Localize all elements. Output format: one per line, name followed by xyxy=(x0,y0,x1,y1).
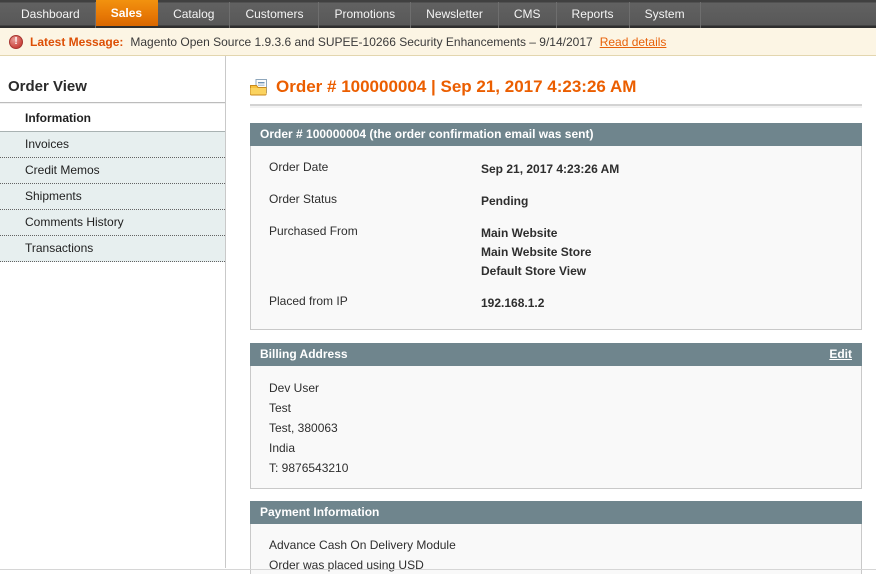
sidebar-title: Order View xyxy=(0,78,225,102)
nav-item-sales[interactable]: Sales xyxy=(96,0,158,26)
notification-label: Latest Message: xyxy=(30,35,123,49)
sidebar-tabs: Information Invoices Credit Memos Shipme… xyxy=(0,106,225,262)
nav-item-newsletter[interactable]: Newsletter xyxy=(411,2,499,28)
notification-message: Magento Open Source 1.9.3.6 and SUPEE-10… xyxy=(130,35,592,49)
order-page-icon xyxy=(250,79,268,96)
sidebar-item-shipments[interactable]: Shipments xyxy=(0,184,225,210)
billing-phone: T: 9876543210 xyxy=(269,458,843,478)
placed-from-ip-row: Placed from IP 192.168.1.2 xyxy=(269,294,843,313)
field-label: Placed from IP xyxy=(269,294,481,313)
billing-street: Test xyxy=(269,398,843,418)
order-information-header: Order # 100000004 (the order confirmatio… xyxy=(250,123,862,146)
sidebar-item-comments-history[interactable]: Comments History xyxy=(0,210,225,236)
order-information-header-text: Order # 100000004 (the order confirmatio… xyxy=(260,127,593,141)
order-information-body: Order Date Sep 21, 2017 4:23:26 AM Order… xyxy=(250,146,862,330)
read-details-link[interactable]: Read details xyxy=(600,35,667,49)
edit-billing-address-link[interactable]: Edit xyxy=(829,347,852,361)
billing-country: India xyxy=(269,438,843,458)
purchased-from-row: Purchased From Main Website Main Website… xyxy=(269,224,843,281)
bottom-divider xyxy=(0,569,876,570)
nav-item-dashboard[interactable]: Dashboard xyxy=(6,2,96,28)
payment-method: Advance Cash On Delivery Module xyxy=(269,535,843,555)
payment-information-body: Advance Cash On Delivery Module Order wa… xyxy=(250,524,862,574)
sidebar-item-invoices[interactable]: Invoices xyxy=(0,132,225,158)
billing-address-section: Billing Address Edit Dev User Test Test,… xyxy=(250,343,862,489)
billing-address-body: Dev User Test Test, 380063 India T: 9876… xyxy=(250,366,862,489)
sidebar-item-information[interactable]: Information xyxy=(0,106,225,132)
sidebar-item-credit-memos[interactable]: Credit Memos xyxy=(0,158,225,184)
billing-name: Dev User xyxy=(269,378,843,398)
field-value: Main Website Main Website Store Default … xyxy=(481,224,591,281)
payment-information-header: Payment Information xyxy=(250,501,862,524)
field-value: 192.168.1.2 xyxy=(481,294,544,313)
nav-item-promotions[interactable]: Promotions xyxy=(319,2,411,28)
nav-item-reports[interactable]: Reports xyxy=(557,2,630,28)
nav-item-system[interactable]: System xyxy=(630,2,701,28)
nav-item-catalog[interactable]: Catalog xyxy=(158,2,230,28)
billing-city-zip: Test, 380063 xyxy=(269,418,843,438)
nav-item-cms[interactable]: CMS xyxy=(499,2,557,28)
field-label: Order Date xyxy=(269,160,481,179)
order-status-row: Order Status Pending xyxy=(269,192,843,211)
content-area: Order View Information Invoices Credit M… xyxy=(0,56,876,573)
billing-address-header: Billing Address Edit xyxy=(250,343,862,366)
notification-bar: ! Latest Message: Magento Open Source 1.… xyxy=(0,28,876,56)
field-label: Order Status xyxy=(269,192,481,211)
nav-item-customers[interactable]: Customers xyxy=(230,2,319,28)
billing-address-header-text: Billing Address xyxy=(260,347,348,361)
payment-currency: Order was placed using USD xyxy=(269,555,843,574)
order-information-section: Order # 100000004 (the order confirmatio… xyxy=(250,123,862,330)
sidebar-divider xyxy=(0,102,225,103)
payment-information-section: Payment Information Advance Cash On Deli… xyxy=(250,501,862,574)
order-title-text: Order # 100000004 | Sep 21, 2017 4:23:26… xyxy=(276,77,636,97)
top-nav: Dashboard Sales Catalog Customers Promot… xyxy=(0,0,876,28)
field-value: Sep 21, 2017 4:23:26 AM xyxy=(481,160,619,179)
field-label: Purchased From xyxy=(269,224,481,281)
order-date-row: Order Date Sep 21, 2017 4:23:26 AM xyxy=(269,160,843,179)
sidebar-item-transactions[interactable]: Transactions xyxy=(0,236,225,262)
alert-icon: ! xyxy=(9,35,23,49)
field-value: Pending xyxy=(481,192,528,211)
order-view-sidebar: Order View Information Invoices Credit M… xyxy=(0,56,226,568)
page-title: Order # 100000004 | Sep 21, 2017 4:23:26… xyxy=(250,77,862,97)
magento-admin-window: Dashboard Sales Catalog Customers Promot… xyxy=(0,0,876,574)
order-main-panel: Order # 100000004 | Sep 21, 2017 4:23:26… xyxy=(226,56,876,574)
title-divider xyxy=(250,104,862,108)
payment-information-header-text: Payment Information xyxy=(260,505,379,519)
